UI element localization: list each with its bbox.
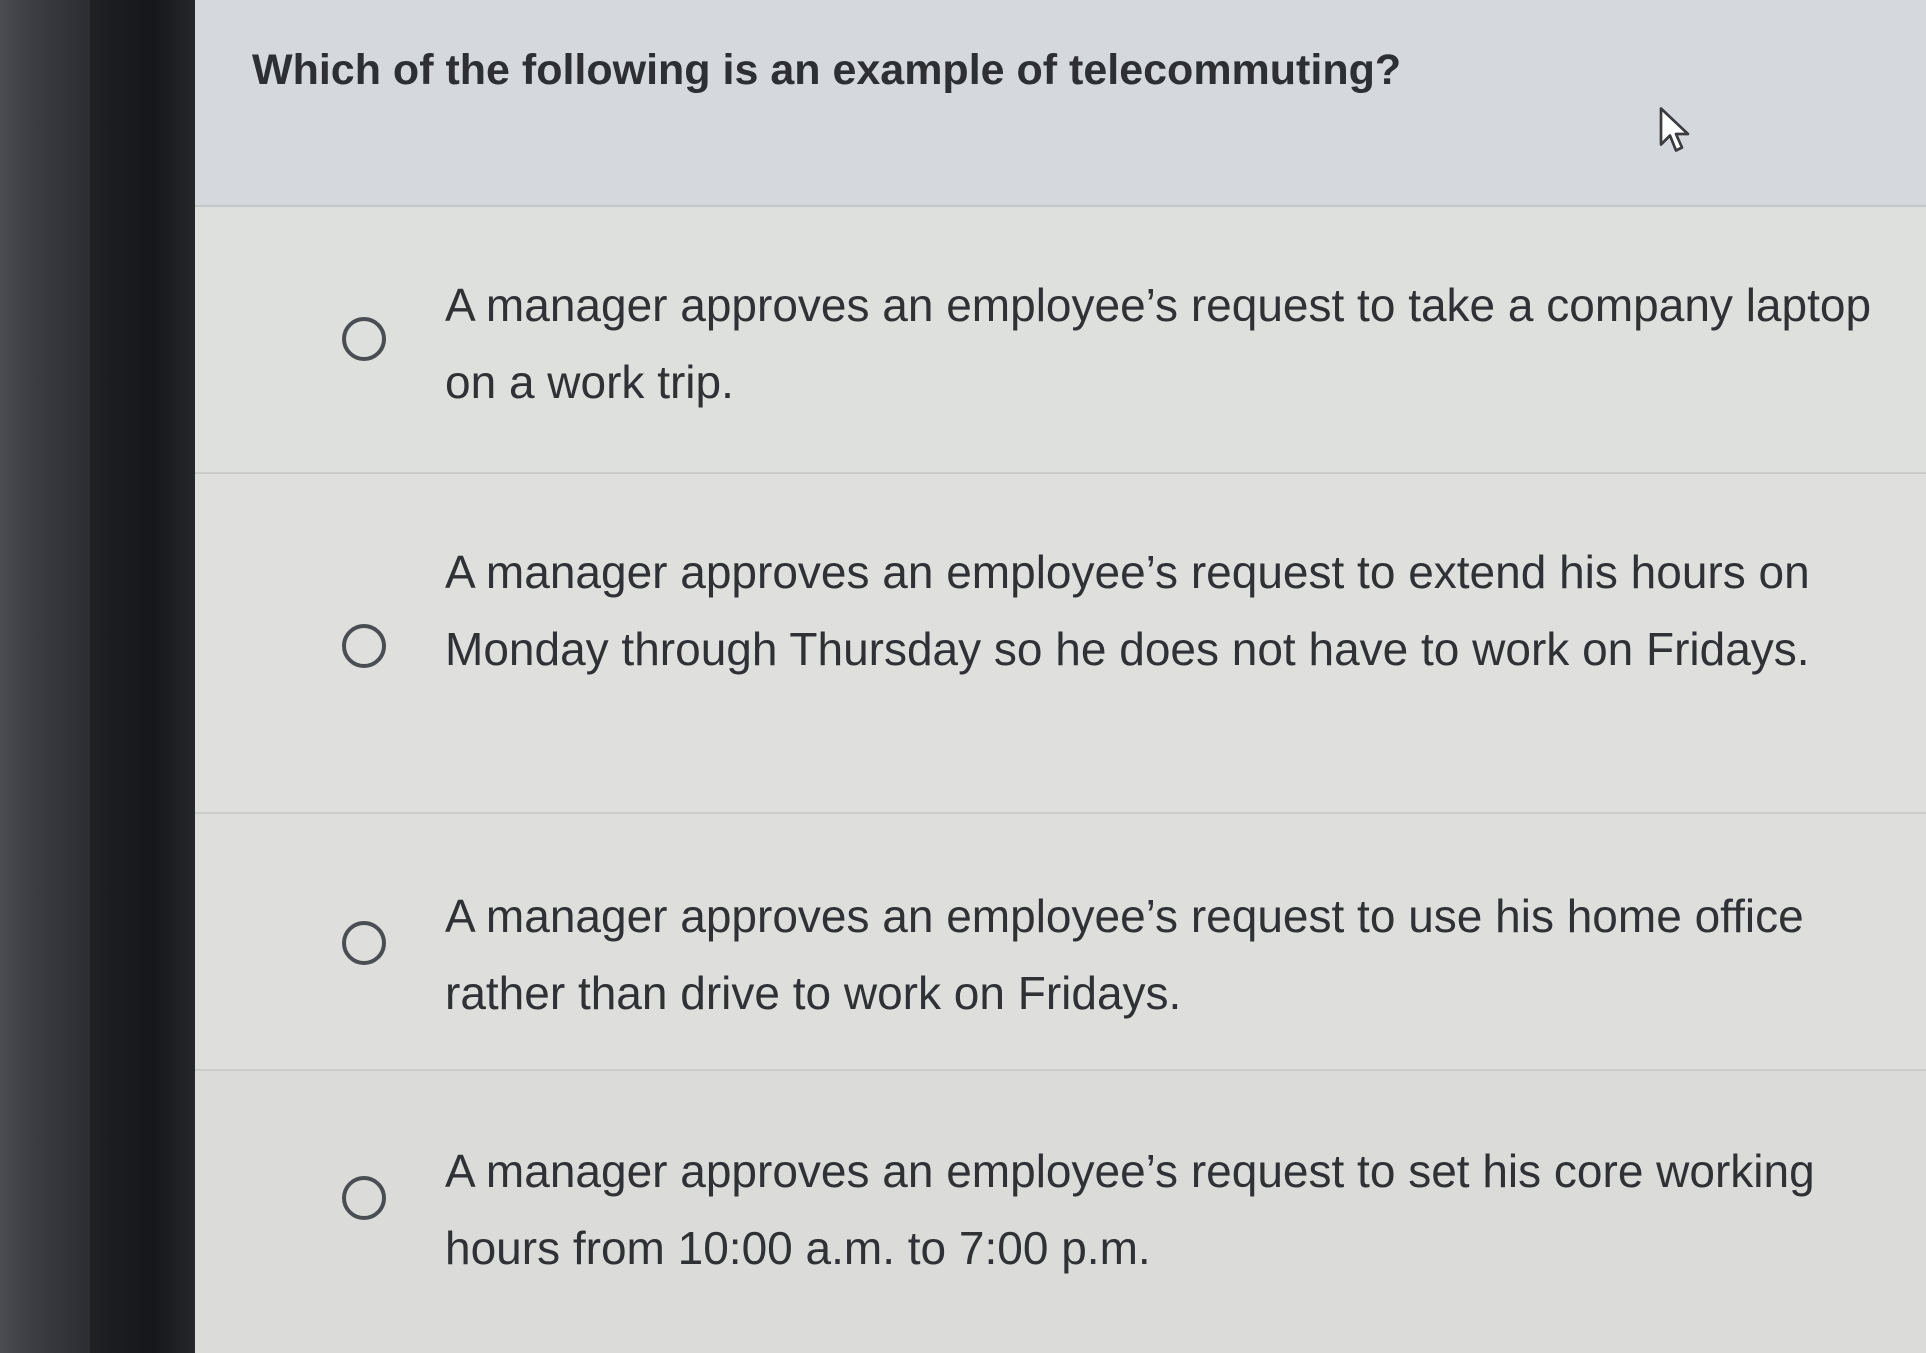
answer-option-label[interactable]: A manager approves an employee’s request… [445, 534, 1905, 688]
answer-option-1[interactable]: A manager approves an employee’s request… [195, 207, 1926, 474]
quiz-panel: Which of the following is an example of … [195, 0, 1926, 1353]
radio-unselected-icon[interactable] [342, 921, 386, 965]
radio-unselected-icon[interactable] [342, 317, 386, 361]
radio-unselected-icon[interactable] [342, 624, 386, 668]
question-text: Which of the following is an example of … [252, 46, 1402, 94]
monitor-bezel-edge [90, 0, 195, 1353]
radio-unselected-icon[interactable] [342, 1176, 386, 1220]
answer-option-2[interactable]: A manager approves an employee’s request… [195, 474, 1926, 814]
answer-option-4[interactable]: A manager approves an employee’s request… [195, 1071, 1926, 1353]
question-header: Which of the following is an example of … [195, 0, 1926, 207]
answer-option-label[interactable]: A manager approves an employee’s request… [445, 1133, 1905, 1287]
answer-option-label[interactable]: A manager approves an employee’s request… [445, 878, 1905, 1032]
answer-option-3[interactable]: A manager approves an employee’s request… [195, 814, 1926, 1071]
screen: Which of the following is an example of … [0, 0, 1926, 1353]
answer-option-label[interactable]: A manager approves an employee’s request… [445, 267, 1905, 421]
mouse-pointer-icon [1659, 107, 1690, 152]
monitor-bezel [0, 0, 90, 1353]
